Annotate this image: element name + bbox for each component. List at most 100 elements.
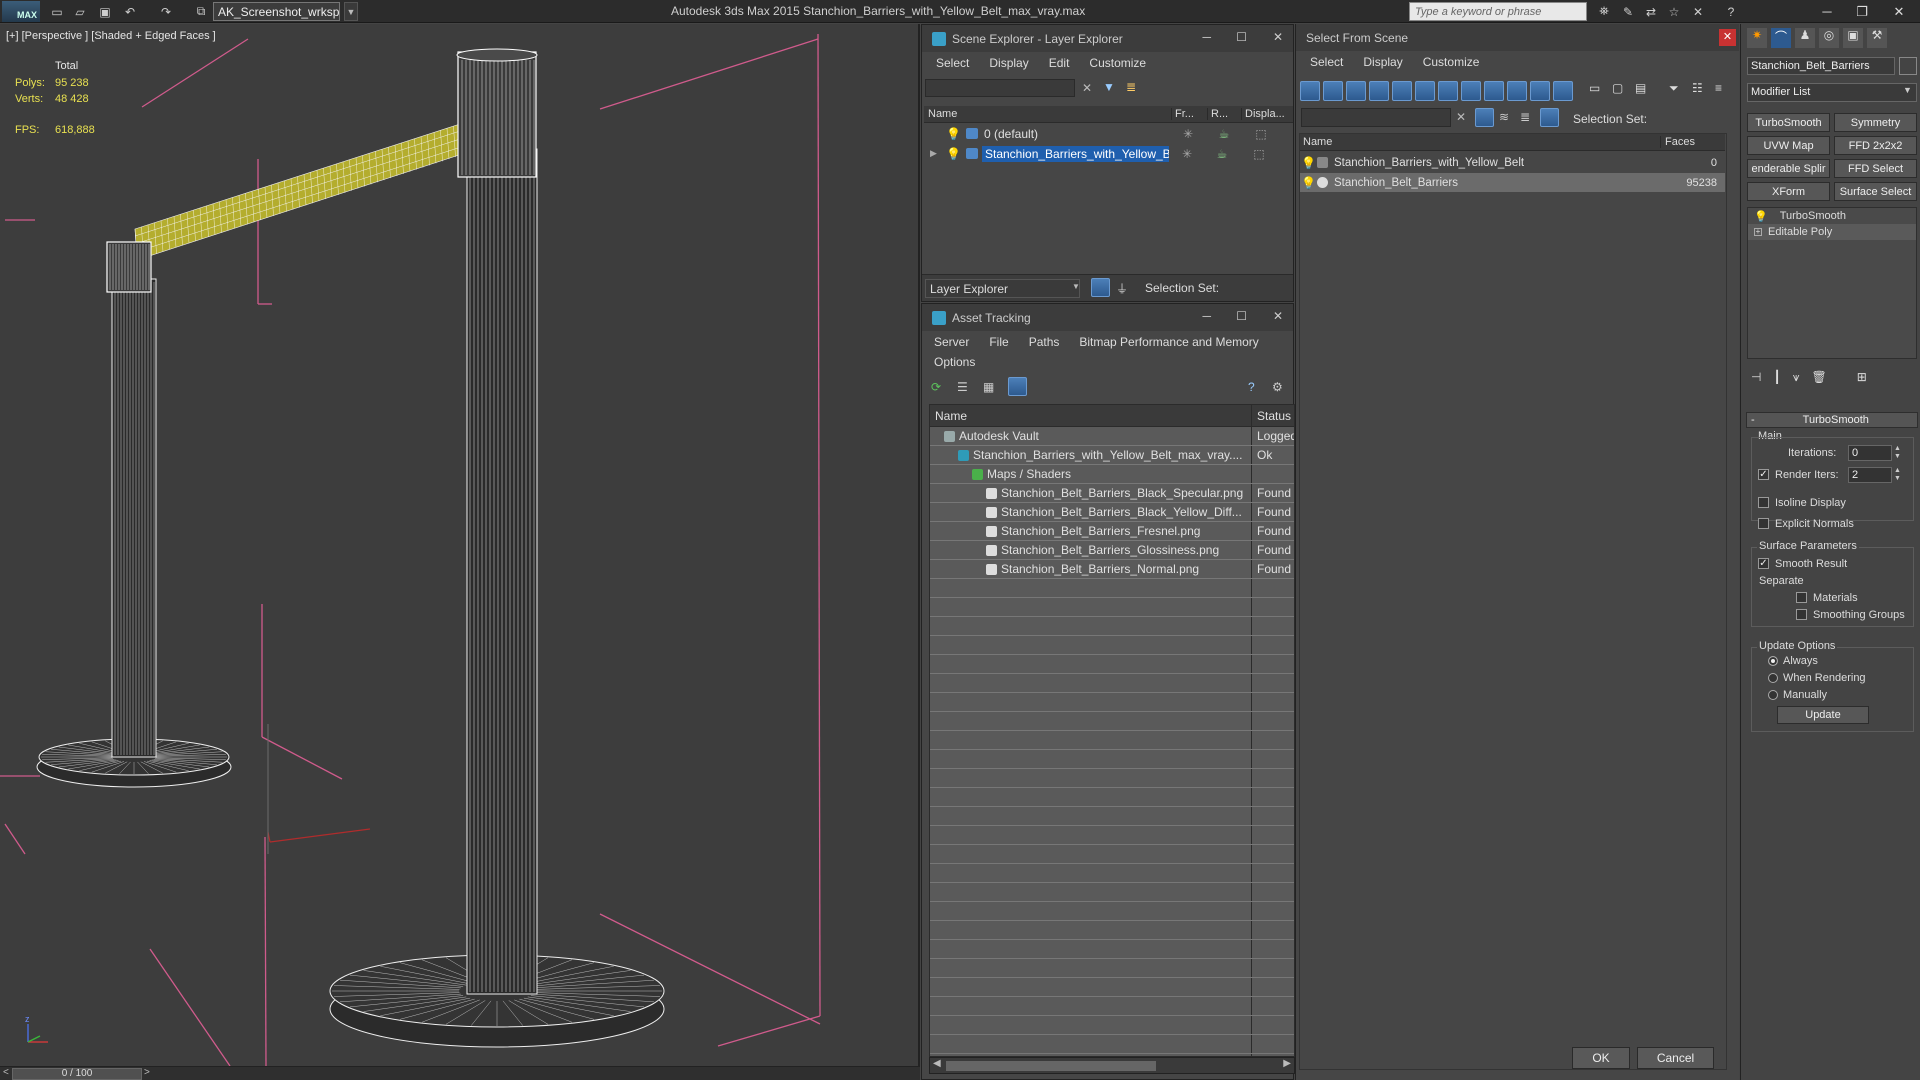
col-name[interactable]: Name [924, 108, 1172, 120]
lightbulb-icon[interactable]: 💡 [1754, 210, 1768, 223]
layers-icon[interactable]: ≋ [1499, 110, 1509, 124]
asset-row[interactable]: Stanchion_Belt_Barriers_Glossiness.png Fo… [930, 541, 1294, 560]
asset-row[interactable]: Autodesk Vault Logged [930, 427, 1294, 446]
isoline-display-checkbox[interactable] [1758, 497, 1769, 508]
select-invert-icon[interactable]: ▤ [1635, 81, 1655, 103]
update-button[interactable]: Update [1777, 706, 1869, 724]
render-iters-spinner[interactable]: 2 [1848, 467, 1892, 483]
refresh-icon[interactable]: ⟳ [931, 380, 941, 394]
lightbulb-icon[interactable]: 💡 [946, 147, 961, 161]
lightbulb-icon[interactable]: 💡 [1301, 156, 1317, 170]
groups-filter-icon[interactable] [1438, 81, 1458, 101]
helpers-filter-icon[interactable] [1392, 81, 1412, 101]
geometry-filter-icon[interactable] [1300, 81, 1320, 101]
cameras-filter-icon[interactable] [1369, 81, 1389, 101]
filter-icon[interactable]: ▼ [1103, 80, 1115, 94]
help-icon[interactable]: ? [1722, 3, 1740, 20]
explicit-normals-checkbox[interactable] [1758, 518, 1769, 529]
menu-select[interactable]: Select [926, 56, 979, 70]
layer-explorer-icon[interactable] [1091, 278, 1110, 297]
time-slider-thumb[interactable]: 0 / 100 [12, 1068, 142, 1080]
scroll-left-icon[interactable]: ◀ [933, 1058, 941, 1069]
ffd-2x2x2-button[interactable]: FFD 2x2x2 [1834, 136, 1917, 155]
surface-select-button[interactable]: Surface Select [1834, 182, 1917, 201]
asset-row[interactable]: Stanchion_Belt_Barriers_Black_Specular.p… [930, 484, 1294, 503]
col-asset-name[interactable]: Name [930, 405, 1252, 426]
menu-display[interactable]: Display [1353, 55, 1412, 69]
expand-plus-icon[interactable]: + [1754, 228, 1762, 236]
xrefs-filter-icon[interactable] [1461, 81, 1481, 101]
asset-row[interactable]: Stanchion_Belt_Barriers_Black_Yellow_Dif… [930, 503, 1294, 522]
menu-paths[interactable]: Paths [1019, 335, 1070, 349]
render-iters-checkbox[interactable]: ✓ [1758, 469, 1769, 480]
frozen-filter-icon[interactable] [1530, 81, 1550, 101]
uvw-map-button[interactable]: UVW Map [1747, 136, 1830, 155]
spacewarps-filter-icon[interactable] [1415, 81, 1435, 101]
stack-item-turbosmooth[interactable]: 💡 TurboSmooth [1748, 208, 1916, 224]
smoothing-groups-checkbox[interactable] [1796, 609, 1807, 620]
scroll-right-icon[interactable]: ▶ [1283, 1058, 1291, 1069]
lights-filter-icon[interactable] [1346, 81, 1366, 101]
hierarchy-icon[interactable]: ⏚ [1116, 280, 1128, 297]
hierarchy-toggle-icon[interactable] [1540, 108, 1559, 127]
save-file-icon[interactable]: ▣ [96, 3, 114, 20]
object-color-swatch[interactable] [1899, 57, 1917, 75]
search-input[interactable]: Type a keyword or phrase [1409, 2, 1587, 21]
layer-sort-icon[interactable]: ≣ [1126, 80, 1136, 94]
help-icon[interactable]: ? [1248, 380, 1255, 394]
app-logo-button[interactable]: MAX [2, 1, 40, 22]
clear-filter-icon[interactable]: ✕ [1456, 110, 1466, 124]
close-search-icon[interactable]: ✕ [1689, 3, 1707, 20]
modify-tab-icon[interactable]: ⌒ [1771, 28, 1791, 48]
xform-button[interactable]: XForm [1747, 182, 1830, 201]
ffd-select-button[interactable]: FFD Select [1834, 159, 1917, 178]
time-slider[interactable]: < 0 / 100 > [0, 1066, 920, 1080]
menu-edit[interactable]: Edit [1039, 56, 1080, 70]
close-icon[interactable]: ✕ [1273, 309, 1283, 323]
menu-options[interactable]: Options [924, 355, 985, 369]
scene-row-layer[interactable]: 💡 Stanchion_Barriers_with_Yellow_Belt 0 [1299, 153, 1725, 172]
restore-icon[interactable]: ❐ [1845, 0, 1879, 23]
layer-explorer-icon[interactable]: ≣ [1520, 110, 1530, 124]
freeze-icon[interactable]: ✳ [1169, 127, 1207, 141]
turbosmooth-button[interactable]: TurboSmooth [1747, 113, 1830, 132]
iterations-spinner[interactable]: 0 [1848, 445, 1892, 461]
make-unique-icon[interactable]: ⩛ [1793, 370, 1800, 385]
utilities-tab-icon[interactable]: ⚒ [1867, 28, 1887, 48]
maximize-icon[interactable]: ☐ [1236, 30, 1247, 44]
when-rendering-radio[interactable] [1768, 673, 1778, 683]
ok-button[interactable]: OK [1572, 1047, 1630, 1069]
menu-customize[interactable]: Customize [1413, 55, 1490, 69]
stack-item-editable-poly[interactable]: + Editable Poly [1748, 224, 1916, 240]
shapes-filter-icon[interactable] [1323, 81, 1343, 101]
modifier-list-dropdown[interactable]: Modifier List [1747, 83, 1917, 102]
tools-icon[interactable]: ✎ [1619, 3, 1637, 20]
bones-filter-icon[interactable] [1484, 81, 1504, 101]
collapse-rollout-icon[interactable]: - [1751, 414, 1755, 426]
pin-stack-icon[interactable]: ⊣ [1751, 370, 1761, 384]
workspace-dropdown[interactable]: AK_Screenshot_wrksp [213, 2, 340, 21]
clear-filter-icon[interactable]: ✕ [1082, 81, 1092, 95]
spinner-arrows-icon[interactable]: ▲ ▼ [1894, 445, 1901, 461]
minimize-icon[interactable]: ─ [1810, 0, 1844, 23]
funnel-icon[interactable]: ⏷ [1669, 81, 1689, 103]
render-teapot-icon[interactable]: ☕ [1205, 147, 1239, 161]
show-end-result-icon[interactable]: ┃ [1773, 370, 1780, 384]
asset-row[interactable]: Stanchion_Belt_Barriers_Normal.png Found [930, 560, 1294, 579]
list-view-icon[interactable]: ☰ [957, 380, 968, 394]
hidden-filter-icon[interactable] [1553, 81, 1573, 101]
chevron-down-icon[interactable]: ▼ [1072, 282, 1080, 291]
lightbulb-icon[interactable]: 💡 [1301, 176, 1317, 190]
table-view-icon[interactable] [1008, 377, 1027, 396]
explorer-mode-dropdown[interactable]: Layer Explorer [925, 279, 1080, 298]
collapse-icon[interactable]: ≡ [1715, 81, 1735, 103]
col-render[interactable]: R... [1208, 108, 1242, 120]
manually-radio[interactable] [1768, 690, 1778, 700]
menu-select[interactable]: Select [1300, 55, 1353, 69]
select-all-icon[interactable]: ▭ [1589, 81, 1609, 103]
layer-row-default[interactable]: 💡 0 (default) ✳ ☕ ⬚ [924, 124, 1293, 143]
menu-file[interactable]: File [979, 335, 1018, 349]
create-tab-icon[interactable]: ✷ [1747, 28, 1767, 48]
containers-filter-icon[interactable] [1507, 81, 1527, 101]
menu-display[interactable]: Display [979, 56, 1038, 70]
